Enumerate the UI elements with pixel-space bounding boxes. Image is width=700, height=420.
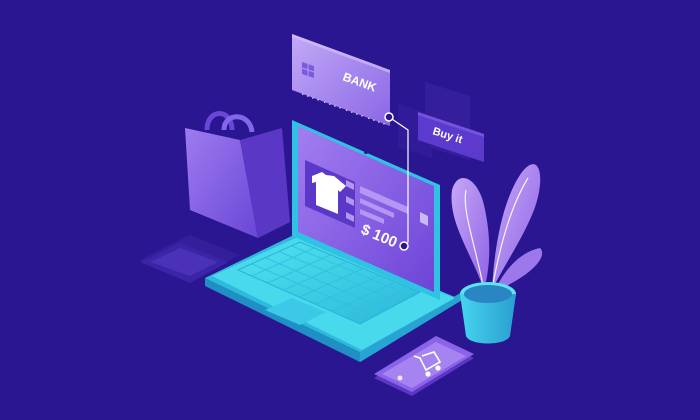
bank-card: BANK .... .... .... .... (292, 34, 394, 128)
plant-icon (451, 164, 543, 344)
illustration-canvas: $ 100 BANK .... .... .... .... Buy it (140, 34, 543, 396)
shopping-bag-icon (185, 111, 290, 238)
smartphone (374, 336, 474, 396)
isometric-ecommerce-illustration: $ 100 BANK .... .... .... .... Buy it (0, 0, 700, 420)
